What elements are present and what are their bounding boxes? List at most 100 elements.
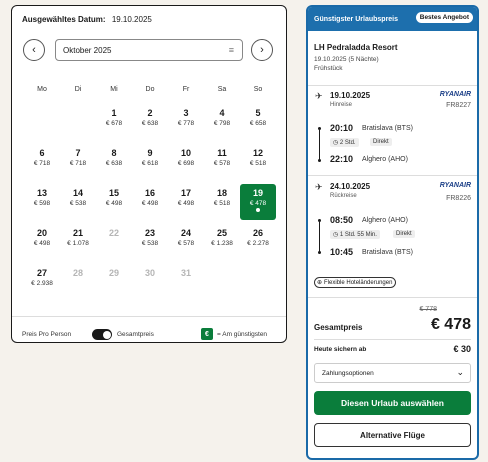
outbound-direct-badge: Direkt (370, 138, 392, 146)
timeline-line (319, 222, 320, 252)
price-per-person-label: Preis Pro Person (22, 331, 72, 338)
inbound-type: Rückreise (330, 193, 357, 199)
timeline-dot (318, 159, 321, 162)
calendar-day[interactable]: 27 € 2.938 (24, 264, 60, 300)
deposit-label: Heute sichern ab (314, 346, 367, 353)
cheapest-legend-label: = Am günstigsten (217, 331, 268, 338)
menu-lines-icon: ≡ (228, 45, 234, 55)
clock-icon: ◷ (333, 232, 340, 238)
calendar-day[interactable]: 17 € 498 (168, 184, 204, 220)
divider (308, 85, 477, 86)
calendar-day[interactable]: 13 € 598 (24, 184, 60, 220)
outbound-date: 19.10.2025 (330, 91, 371, 100)
day-number: 15 (108, 188, 119, 198)
day-number: 25 (216, 228, 227, 238)
chevron-down-icon: ⌄ (456, 367, 464, 377)
divider (314, 339, 471, 340)
price-mode-toggle[interactable] (92, 329, 112, 340)
calendar-day[interactable]: 3 € 778 (168, 104, 204, 140)
day-number: 31 (180, 268, 191, 278)
month-value: Oktober 2025 (63, 45, 112, 55)
payment-options-label: Zahlungsoptionen (322, 369, 374, 377)
calendar-day[interactable]: 20 € 498 (24, 224, 60, 260)
calendar-day[interactable]: 24 € 578 (168, 224, 204, 260)
day-number: 8 (111, 148, 117, 158)
day-price: € 518 (249, 160, 267, 167)
day-number: 27 (36, 268, 47, 278)
hotel-name: LH Pedraladda Resort (314, 43, 398, 52)
calendar-day[interactable]: 18 € 518 (204, 184, 240, 220)
timeline-line (319, 130, 320, 160)
day-number: 11 (217, 148, 227, 158)
calendar-day[interactable]: 8 € 638 (96, 144, 132, 180)
ryanair-logo: RYANAIR (439, 182, 471, 189)
payment-options-dropdown[interactable]: Zahlungsoptionen ⌄ (314, 363, 471, 383)
next-month-button[interactable]: › (251, 39, 273, 61)
calendar-day[interactable]: 7 € 718 (60, 144, 96, 180)
month-select[interactable]: Oktober 2025 ≡ (55, 39, 243, 61)
day-price: € 498 (105, 200, 123, 207)
total-price: € 478 (430, 316, 471, 333)
day-price: € 518 (213, 200, 231, 207)
plane-return-icon: ✈ (315, 182, 323, 192)
calendar-footer: Preis Pro Person Gesamtpreis € = Am güns… (12, 316, 286, 342)
calendar-day[interactable]: 6 € 718 (24, 144, 60, 180)
inbound-date: 24.10.2025 (330, 182, 371, 191)
day-price: € 1.078 (67, 240, 89, 247)
calendar-day[interactable]: 23 € 538 (132, 224, 168, 260)
day-price: € 498 (177, 200, 195, 207)
calendar-day[interactable]: 4 € 798 (204, 104, 240, 140)
calendar-day[interactable]: 2 € 638 (132, 104, 168, 140)
calendar-day[interactable]: 1 € 678 (96, 104, 132, 140)
outbound-arr-place: Alghero (AHO) (362, 156, 408, 163)
day-price: € 498 (141, 200, 159, 207)
calendar-day[interactable]: 9 € 618 (132, 144, 168, 180)
calendar-day[interactable]: 11 € 578 (204, 144, 240, 180)
outbound-flight-number: FR8227 (446, 102, 471, 109)
calendar-day-selected[interactable]: 19 € 478 (240, 184, 276, 220)
calendar-day[interactable]: 12 € 518 (240, 144, 276, 180)
day-number: 3 (183, 108, 189, 118)
calendar-day[interactable]: 10 € 698 (168, 144, 204, 180)
calendar-day[interactable]: 26 € 2.278 (240, 224, 276, 260)
selected-date-value: 19.10.2025 (111, 15, 152, 24)
weekday-label: So (253, 86, 263, 93)
day-number: 13 (36, 188, 47, 198)
day-number: 14 (72, 188, 83, 198)
timeline-dot (318, 251, 321, 254)
calendar-day[interactable]: 15 € 498 (96, 184, 132, 220)
flexible-hotel-changes-badge: ⊕ Flexible Hoteländerungen (314, 277, 397, 288)
outbound-arr-time: 22:10 (330, 154, 354, 164)
day-number: 22 (108, 228, 119, 238)
total-price-label: Gesamtpreis (117, 331, 154, 338)
offer-title: Günstigster Urlaubspreis (314, 15, 399, 23)
calendar-day[interactable]: 25 € 1.238 (204, 224, 240, 260)
calendar-day[interactable]: 16 € 498 (132, 184, 168, 220)
day-price: € 638 (141, 120, 159, 127)
calendar-day[interactable]: 14 € 538 (60, 184, 96, 220)
alternative-flights-button[interactable]: Alternative Flüge (314, 423, 471, 447)
calendar-day[interactable]: 5 € 658 (240, 104, 276, 140)
inbound-direct-badge: Direkt (393, 230, 415, 238)
day-number: 10 (180, 148, 191, 158)
day-number: 29 (108, 268, 119, 278)
day-price: € 718 (69, 160, 87, 167)
flexible-hotel-changes-label: Flexible Hoteländerungen (324, 279, 393, 286)
day-number: 18 (216, 188, 227, 198)
calendar-day[interactable]: 21 € 1.078 (60, 224, 96, 260)
day-number: 9 (147, 148, 153, 158)
prev-month-button[interactable]: ‹ (23, 39, 45, 61)
best-offer-badge: Bestes Angebot (415, 12, 473, 23)
day-price: € 578 (213, 160, 231, 167)
offer-header: Günstigster Urlaubspreis Bestes Angebot (308, 7, 477, 31)
day-number: 24 (180, 228, 191, 238)
day-number: 5 (255, 108, 261, 118)
weekday-label: Sa (217, 86, 227, 93)
chevron-left-icon: ‹ (32, 44, 36, 56)
day-number: 7 (75, 148, 81, 158)
calendar-day: 29 (96, 264, 132, 300)
select-holiday-button[interactable]: Diesen Urlaub auswählen (314, 391, 471, 415)
day-number: 6 (39, 148, 45, 158)
calendar-day: 22 (96, 224, 132, 260)
weekday-label: Mi (110, 86, 118, 93)
